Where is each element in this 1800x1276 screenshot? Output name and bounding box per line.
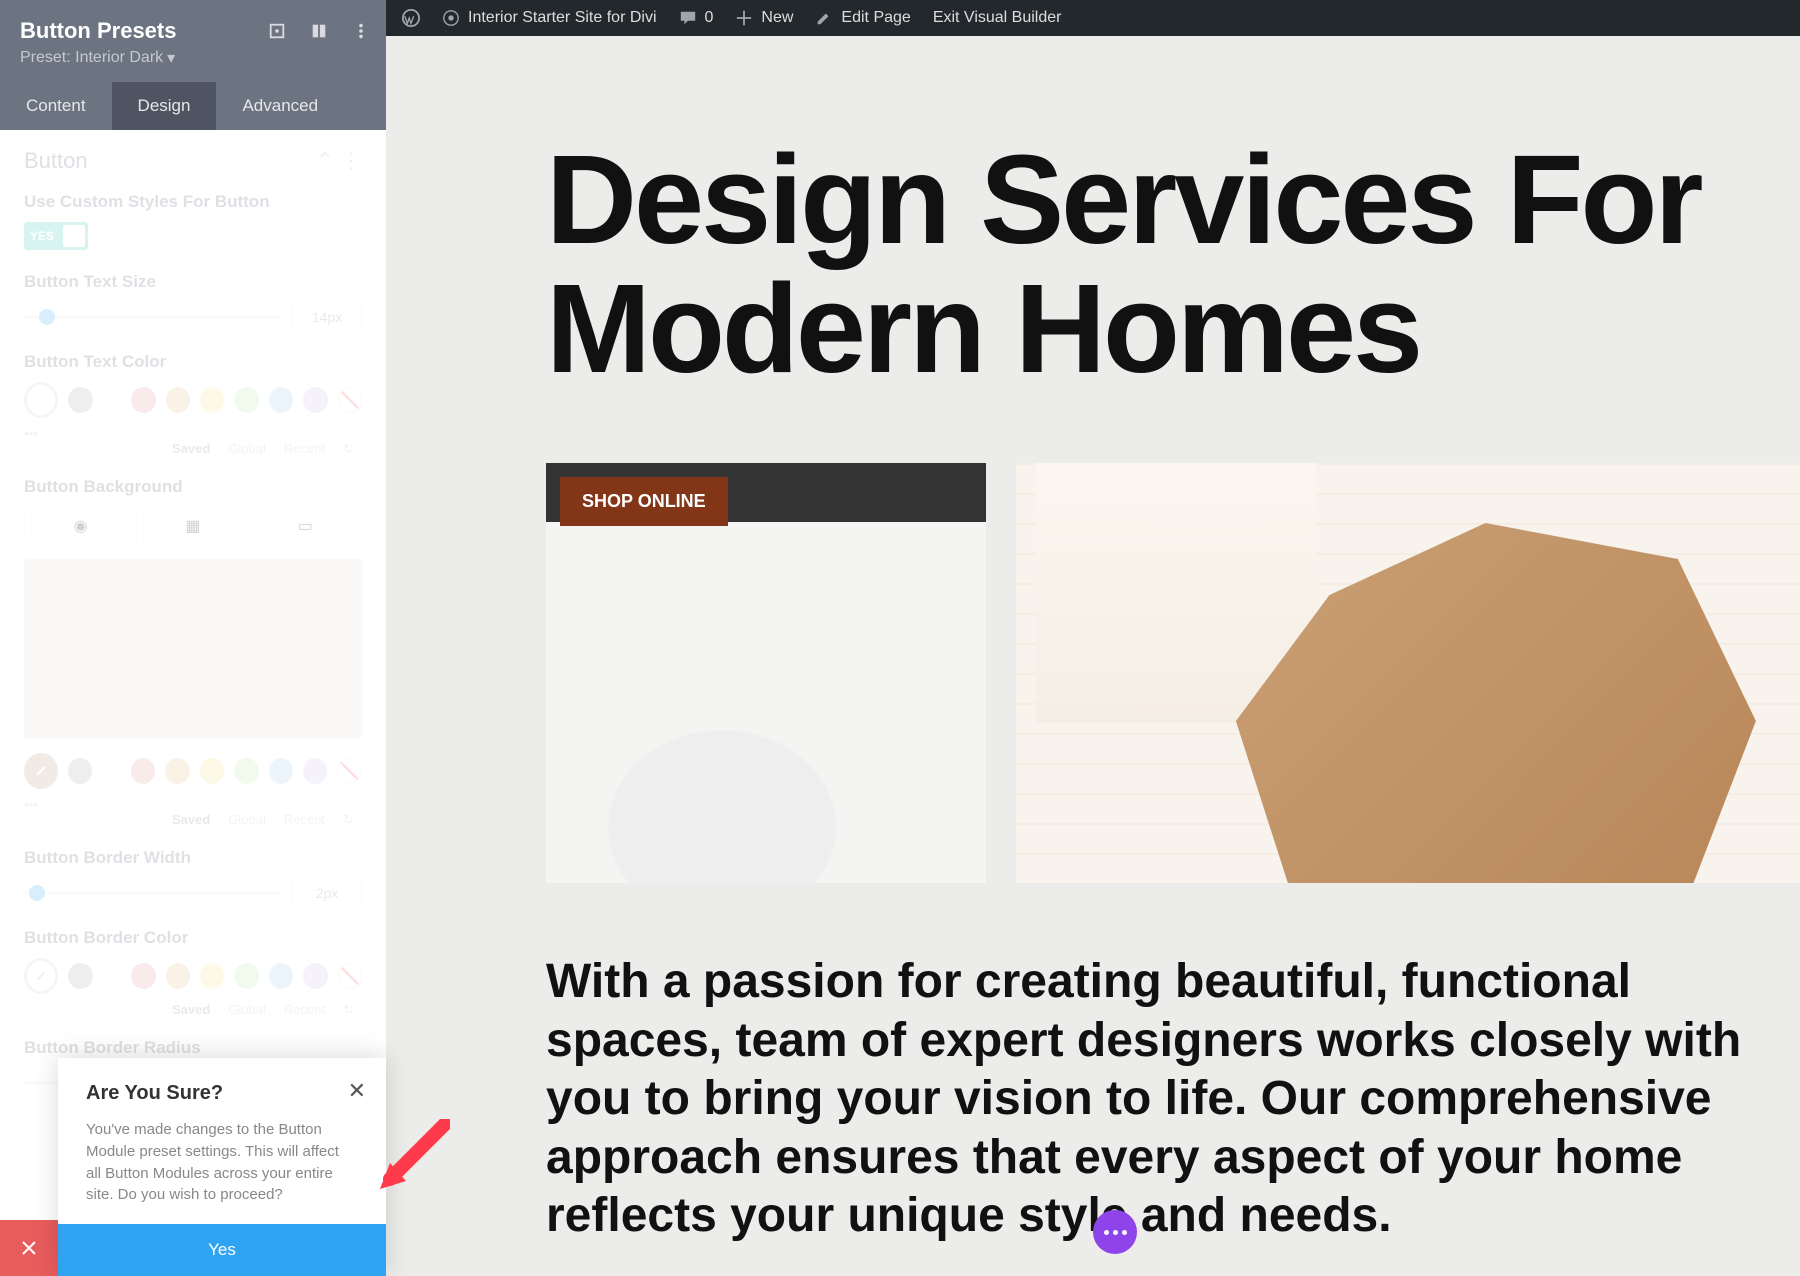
swatch-gray[interactable] <box>68 963 92 989</box>
bg-tab-image[interactable]: ▭ <box>250 508 361 544</box>
reset-icon[interactable]: ↻ <box>343 1002 354 1018</box>
new-link[interactable]: New <box>735 9 793 27</box>
confirm-yes-button[interactable]: Yes <box>58 1224 386 1276</box>
swatch-blue[interactable] <box>269 758 293 784</box>
bg-badges: Saved Global Recent ↻ <box>24 812 362 828</box>
swatch-orange[interactable] <box>166 963 190 989</box>
swatch-none[interactable] <box>338 963 363 989</box>
kebab-menu-icon[interactable] <box>352 22 370 45</box>
reset-icon[interactable]: ↻ <box>343 441 354 457</box>
chevron-up-icon: ⌃ ⋮ <box>315 148 362 174</box>
sidebar-tabs: Content Design Advanced <box>0 82 386 130</box>
confirm-modal: ✕ Are You Sure? You've made changes to t… <box>58 1058 386 1276</box>
comments-count: 0 <box>705 9 714 27</box>
swatch-purple[interactable] <box>303 758 327 784</box>
bg-color-swatches[interactable] <box>24 753 362 789</box>
wp-logo-icon[interactable] <box>402 9 420 27</box>
text-size-slider[interactable] <box>24 315 280 319</box>
tab-design[interactable]: Design <box>112 82 217 130</box>
swatch-green[interactable] <box>234 963 258 989</box>
sidebar-header: Button Presets Preset: Interior Dark ▾ <box>0 0 386 82</box>
swatch-none[interactable] <box>337 758 362 784</box>
text-color-label: Button Text Color <box>24 352 362 372</box>
swatch-orange[interactable] <box>166 387 190 413</box>
swatch-red[interactable] <box>131 963 155 989</box>
swatch-purple[interactable] <box>303 387 327 413</box>
confirm-text: You've made changes to the Button Module… <box>86 1119 358 1206</box>
swatch-yellow[interactable] <box>200 963 224 989</box>
use-custom-label: Use Custom Styles For Button <box>24 192 362 212</box>
border-color-label: Button Border Color <box>24 928 362 948</box>
annotation-arrow <box>370 1119 450 1204</box>
hero-images-row: SHOP ONLINE <box>546 463 1800 883</box>
swatch-yellow[interactable] <box>200 387 224 413</box>
cancel-button[interactable] <box>0 1220 58 1276</box>
section-button-title[interactable]: Button ⌃ ⋮ <box>24 148 362 174</box>
border-color-badges: Saved Global Recent ↻ <box>24 1002 362 1018</box>
background-preview[interactable] <box>24 559 362 739</box>
text-size-label: Button Text Size <box>24 272 362 292</box>
wp-admin-bar[interactable]: Interior Starter Site for Divi 0 New Edi… <box>386 0 1800 36</box>
close-icon[interactable]: ✕ <box>348 1078 366 1104</box>
preset-selector[interactable]: Preset: Interior Dark ▾ <box>20 48 366 68</box>
text-color-current[interactable] <box>24 382 58 418</box>
swatch-yellow[interactable] <box>200 758 224 784</box>
bg-color-current[interactable] <box>24 753 58 789</box>
border-color-current[interactable] <box>24 958 58 994</box>
border-width-label: Button Border Width <box>24 848 362 868</box>
swatch-green[interactable] <box>234 387 258 413</box>
border-width-value[interactable]: 2px <box>292 878 362 908</box>
border-color-swatches[interactable] <box>24 958 362 994</box>
reset-icon[interactable]: ↻ <box>343 812 354 828</box>
site-name: Interior Starter Site for Divi <box>468 9 657 27</box>
hero-image-1: SHOP ONLINE <box>546 463 986 883</box>
builder-fab[interactable] <box>1093 1210 1137 1254</box>
background-label: Button Background <box>24 477 362 497</box>
border-radius-label: Button Border Radius <box>24 1038 362 1058</box>
swatch-gray[interactable] <box>68 758 92 784</box>
color-badges: Saved Global Recent ↻ <box>24 441 362 457</box>
text-size-value[interactable]: 14px <box>292 302 362 332</box>
site-name-link[interactable]: Interior Starter Site for Divi <box>442 9 657 27</box>
swatch-purple[interactable] <box>303 963 327 989</box>
bg-tab-color[interactable]: ◉ <box>25 508 137 544</box>
hero-heading: Design Services For Modern Homes <box>546 136 1800 393</box>
settings-sidebar: Button Presets Preset: Interior Dark ▾ C… <box>0 0 386 1276</box>
swatch-blue[interactable] <box>269 963 293 989</box>
use-custom-toggle[interactable]: YES <box>24 222 88 250</box>
exit-visual-builder-link[interactable]: Exit Visual Builder <box>933 9 1062 27</box>
tab-advanced[interactable]: Advanced <box>216 82 344 130</box>
chevron-down-icon: ▾ <box>167 48 175 68</box>
intro-paragraph: With a passion for creating beautiful, f… <box>546 953 1800 1246</box>
swatch-green[interactable] <box>234 758 258 784</box>
swatch-red[interactable] <box>131 758 155 784</box>
border-width-slider[interactable] <box>24 891 280 895</box>
swatch-none[interactable] <box>338 387 363 413</box>
bg-tab-gradient[interactable]: ▦ <box>137 508 249 544</box>
page-canvas[interactable]: Design Services For Modern Homes SHOP ON… <box>386 36 1800 1276</box>
tab-content[interactable]: Content <box>0 82 112 130</box>
edit-page-link[interactable]: Edit Page <box>815 9 910 27</box>
swatch-blue[interactable] <box>269 387 293 413</box>
confirm-title: Are You Sure? <box>86 1082 358 1105</box>
swatch-orange[interactable] <box>165 758 189 784</box>
shop-online-button[interactable]: SHOP ONLINE <box>560 477 728 526</box>
text-color-swatches[interactable] <box>24 382 362 418</box>
expand-icon[interactable] <box>268 22 286 45</box>
swatch-gray[interactable] <box>68 387 92 413</box>
background-tabs[interactable]: ◉ ▦ ▭ <box>24 507 362 545</box>
hero-image-2 <box>1016 463 1800 883</box>
layout-icon[interactable] <box>310 22 328 45</box>
comments-link[interactable]: 0 <box>679 9 714 27</box>
swatch-red[interactable] <box>131 387 155 413</box>
